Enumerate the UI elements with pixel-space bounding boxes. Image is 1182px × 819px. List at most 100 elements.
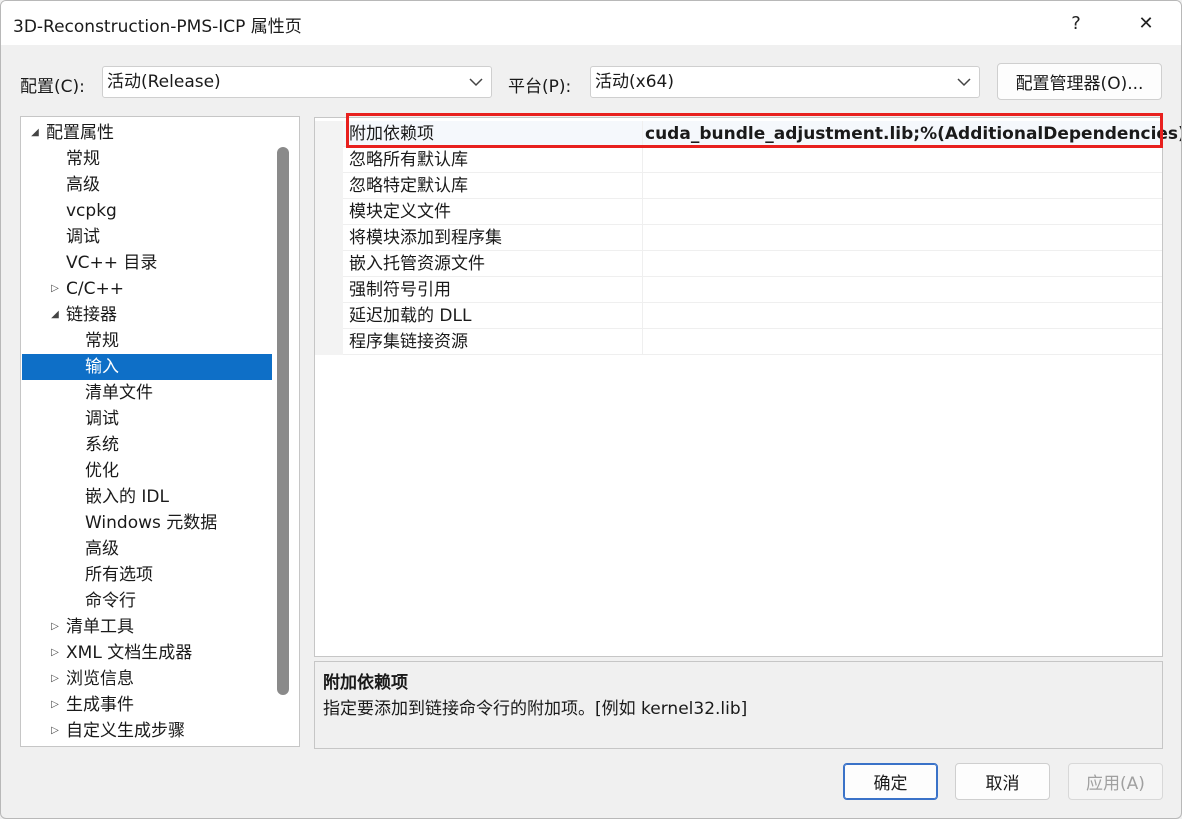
- tree-item-label: C/C++: [66, 279, 124, 299]
- tree-item[interactable]: 常规: [22, 146, 272, 172]
- property-name: 模块定义文件: [349, 199, 643, 225]
- expanded-arrow-icon[interactable]: ◢: [48, 302, 62, 328]
- row-gutter: [315, 199, 343, 225]
- tree-item[interactable]: ▷ XML 文档生成器: [22, 640, 272, 666]
- property-row[interactable]: 延迟加载的 DLL: [315, 303, 1162, 329]
- tree-item-label: 输入: [85, 357, 119, 377]
- tree-item[interactable]: 高级: [22, 172, 272, 198]
- tree-scrollbar-thumb[interactable]: [277, 147, 289, 695]
- tree-item-label: 清单文件: [85, 383, 153, 403]
- tree-item[interactable]: 命令行: [22, 588, 272, 614]
- description-title: 附加依赖项: [323, 673, 408, 693]
- tree-item-label: 链接器: [66, 305, 117, 325]
- tree-item[interactable]: 输入: [22, 354, 272, 380]
- tree-item-label: 高级: [85, 539, 119, 559]
- close-button[interactable]: ✕: [1121, 1, 1171, 45]
- tree-item[interactable]: Windows 元数据: [22, 510, 272, 536]
- tree-item-label: Windows 元数据: [85, 513, 218, 533]
- property-name: 程序集链接资源: [349, 329, 643, 355]
- property-row[interactable]: 模块定义文件: [315, 199, 1162, 225]
- configuration-label: 配置(C):: [20, 77, 85, 97]
- tree-item-label: 嵌入的 IDL: [85, 487, 169, 507]
- platform-label: 平台(P):: [508, 77, 572, 97]
- configuration-combobox[interactable]: 活动(Release): [102, 66, 492, 98]
- description-panel: 附加依赖项 指定要添加到链接命令行的附加项。[例如 kernel32.lib]: [314, 661, 1163, 749]
- property-name: 强制符号引用: [349, 277, 643, 303]
- collapsed-arrow-icon[interactable]: ▷: [48, 276, 62, 302]
- configuration-value: 活动(Release): [107, 72, 221, 92]
- tree-item[interactable]: 清单文件: [22, 380, 272, 406]
- tree-item-label: 优化: [85, 461, 119, 481]
- tree-item-label: 所有选项: [85, 565, 153, 585]
- tree-item-label: 浏览信息: [66, 669, 134, 689]
- row-gutter: [315, 121, 343, 147]
- tree-item-label: 常规: [85, 331, 119, 351]
- title-bar: 3D-Reconstruction-PMS-ICP 属性页 ? ✕: [1, 1, 1181, 45]
- tree-item[interactable]: ▷ 生成事件: [22, 692, 272, 718]
- row-gutter: [315, 329, 343, 355]
- apply-button[interactable]: 应用(A): [1068, 763, 1163, 800]
- tree-item-label: 自定义生成步骤: [66, 721, 185, 741]
- platform-value: 活动(x64): [595, 72, 674, 92]
- highlight-annotation-box: [346, 113, 1163, 148]
- tree-item-label: vcpkg: [66, 201, 117, 221]
- configuration-manager-button[interactable]: 配置管理器(O)...: [997, 63, 1162, 100]
- collapsed-arrow-icon[interactable]: ▷: [48, 640, 62, 666]
- window-title: 3D-Reconstruction-PMS-ICP 属性页: [13, 17, 302, 37]
- tree-item-label: 生成事件: [66, 695, 134, 715]
- row-gutter: [315, 225, 343, 251]
- tree-item[interactable]: 嵌入的 IDL: [22, 484, 272, 510]
- cancel-button[interactable]: 取消: [955, 763, 1050, 800]
- tree-item[interactable]: 调试: [22, 224, 272, 250]
- property-pages-dialog: 3D-Reconstruction-PMS-ICP 属性页 ? ✕ 配置(C):…: [0, 0, 1182, 819]
- help-button[interactable]: ?: [1051, 1, 1101, 45]
- property-name: 忽略特定默认库: [349, 173, 643, 199]
- help-icon: ?: [1071, 12, 1081, 34]
- property-name: 忽略所有默认库: [349, 147, 643, 173]
- description-text: 指定要添加到链接命令行的附加项。[例如 kernel32.lib]: [323, 699, 748, 719]
- tree-item[interactable]: vcpkg: [22, 198, 272, 224]
- tree-item[interactable]: 常规: [22, 328, 272, 354]
- property-row[interactable]: 将模块添加到程序集: [315, 225, 1162, 251]
- row-gutter: [315, 303, 343, 329]
- property-name: 将模块添加到程序集: [349, 225, 643, 251]
- collapsed-arrow-icon[interactable]: ▷: [48, 718, 62, 744]
- property-row[interactable]: 忽略特定默认库: [315, 173, 1162, 199]
- property-row[interactable]: 强制符号引用: [315, 277, 1162, 303]
- tree-item[interactable]: ▷ 自定义生成步骤: [22, 718, 272, 744]
- close-icon: ✕: [1138, 12, 1154, 34]
- tree-item[interactable]: ▷ 清单工具: [22, 614, 272, 640]
- platform-combobox[interactable]: 活动(x64): [590, 66, 980, 98]
- row-gutter: [315, 173, 343, 199]
- tree-item[interactable]: ◢ 链接器: [22, 302, 272, 328]
- tree-item-label: 常规: [66, 149, 100, 169]
- collapsed-arrow-icon[interactable]: ▷: [48, 692, 62, 718]
- tree-item-label: VC++ 目录: [66, 253, 158, 273]
- tree-item[interactable]: ◢ 配置属性: [22, 120, 272, 146]
- tree-item[interactable]: 调试: [22, 406, 272, 432]
- property-row[interactable]: 程序集链接资源: [315, 329, 1162, 355]
- row-gutter: [315, 251, 343, 277]
- tree-item[interactable]: 所有选项: [22, 562, 272, 588]
- tree-item[interactable]: 系统: [22, 432, 272, 458]
- tree-item[interactable]: ▷ C/C++: [22, 276, 272, 302]
- expanded-arrow-icon[interactable]: ◢: [28, 120, 42, 146]
- tree-item[interactable]: VC++ 目录: [22, 250, 272, 276]
- tree-item-label: 命令行: [85, 591, 136, 611]
- tree-item-label: 调试: [85, 409, 119, 429]
- collapsed-arrow-icon[interactable]: ▷: [48, 614, 62, 640]
- property-row[interactable]: 嵌入托管资源文件: [315, 251, 1162, 277]
- ok-button[interactable]: 确定: [843, 763, 938, 800]
- property-row[interactable]: 忽略所有默认库: [315, 147, 1162, 173]
- tree-item-label: 配置属性: [46, 123, 114, 143]
- property-category-tree[interactable]: ◢ 配置属性 常规 高级 vcpkg 调试 VC++ 目录 ▷ C/C++ ◢ 链接器 常规 输入 清单文…: [20, 116, 300, 747]
- row-gutter: [315, 147, 343, 173]
- tree-item-label: 系统: [85, 435, 119, 455]
- tree-item[interactable]: 高级: [22, 536, 272, 562]
- tree-item[interactable]: 优化: [22, 458, 272, 484]
- tree-item-label: 清单工具: [66, 617, 134, 637]
- property-grid[interactable]: 附加依赖项 cuda_bundle_adjustment.lib;%(Additi…: [314, 117, 1181, 657]
- collapsed-arrow-icon[interactable]: ▷: [48, 666, 62, 692]
- tree-item[interactable]: ▷ 浏览信息: [22, 666, 272, 692]
- chevron-down-icon: [469, 67, 483, 97]
